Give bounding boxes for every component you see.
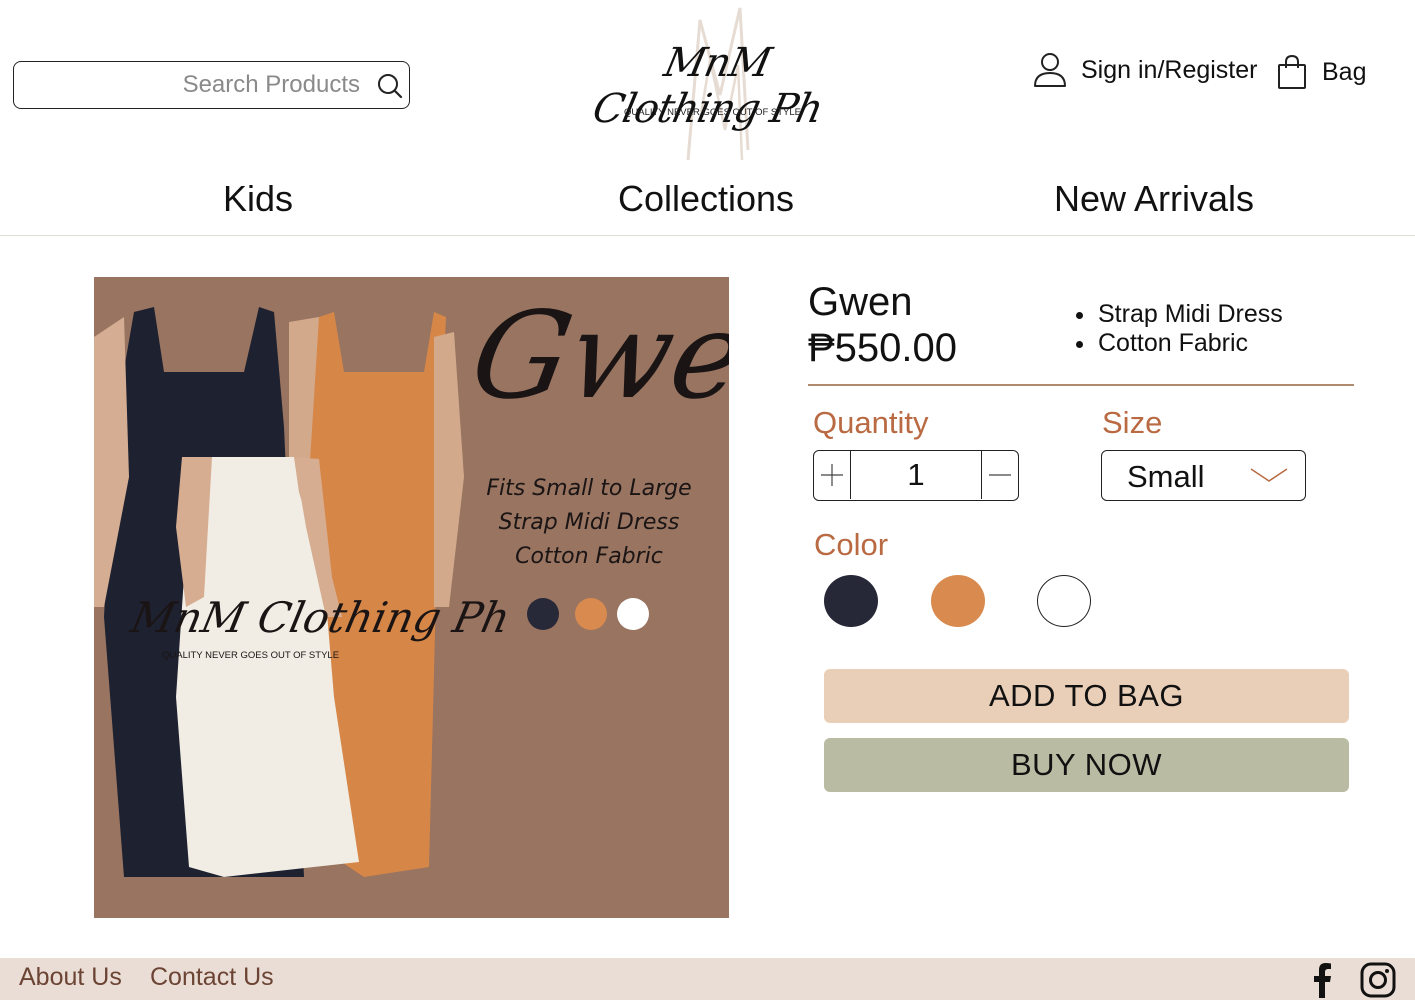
minus-icon — [989, 474, 1011, 476]
decrement-button[interactable] — [981, 451, 1018, 499]
facebook-icon[interactable] — [1309, 962, 1335, 998]
image-line: Strap Midi Dress — [498, 510, 680, 535]
nav-item-collections[interactable]: Collections — [618, 178, 794, 220]
logo-tagline: QUALITY NEVER GOES OUT OF STYLE — [623, 107, 802, 118]
product-features: Strap Midi Dress Cotton Fabric — [1076, 300, 1283, 358]
image-title: Gwen — [461, 287, 729, 426]
quantity-stepper — [813, 450, 1019, 501]
shopping-bag-icon — [1278, 54, 1306, 89]
footer-link-contact[interactable]: Contact Us — [150, 963, 274, 992]
product-image: Gwen Fits Small to Large Strap Midi Dres… — [94, 277, 729, 918]
nav-item-kids[interactable]: Kids — [223, 178, 293, 220]
image-description: Fits Small to Large Strap Midi Dress Cot… — [464, 472, 714, 574]
search-box[interactable] — [13, 61, 410, 109]
image-color-dot — [527, 598, 559, 630]
size-label: Size — [1102, 405, 1163, 440]
instagram-icon[interactable] — [1360, 962, 1396, 998]
brand-logo[interactable]: MnM Clothing Ph QUALITY NEVER GOES OUT O… — [575, 0, 850, 170]
footer: About Us Contact Us — [0, 958, 1415, 1000]
color-label: Color — [814, 527, 889, 562]
product-name: Gwen — [808, 280, 913, 324]
signin-label: Sign in/Register — [1081, 55, 1258, 84]
search-icon[interactable] — [376, 72, 404, 100]
product-price: ₱550.00 — [808, 326, 958, 370]
bag-label: Bag — [1322, 57, 1367, 86]
color-swatch-orange[interactable] — [931, 575, 985, 627]
add-to-bag-button[interactable]: ADD TO BAG — [824, 669, 1349, 723]
image-watermark-tagline: QUALITY NEVER GOES OUT OF STYLE — [162, 650, 340, 661]
nav-item-new-arrivals[interactable]: New Arrivals — [1054, 178, 1254, 220]
signin-link[interactable]: Sign in/Register — [1033, 52, 1257, 88]
feature-item: Strap Midi Dress — [1076, 300, 1283, 328]
logo-wordmark: MnM Clothing Ph — [588, 40, 827, 132]
footer-link-about[interactable]: About Us — [19, 963, 122, 992]
image-color-dot — [617, 598, 649, 630]
image-line: Fits Small to Large — [486, 476, 692, 501]
details-divider — [808, 384, 1354, 386]
search-input[interactable] — [24, 68, 364, 102]
image-color-dot — [575, 598, 607, 630]
color-swatch-white[interactable] — [1037, 575, 1091, 627]
size-select[interactable]: Small — [1101, 450, 1306, 501]
user-icon — [1034, 53, 1066, 87]
size-value: Small — [1127, 459, 1205, 494]
chevron-down-icon — [1250, 468, 1288, 482]
quantity-label: Quantity — [813, 405, 929, 440]
plus-icon — [821, 464, 843, 486]
image-line: Cotton Fabric — [515, 544, 663, 569]
color-swatch-navy[interactable] — [824, 575, 878, 627]
increment-button[interactable] — [814, 451, 851, 499]
bag-link[interactable]: Bag — [1276, 53, 1366, 91]
main-nav: Kids Collections New Arrivals — [0, 170, 1415, 236]
quantity-input[interactable] — [851, 451, 981, 499]
image-watermark: MnM Clothing Ph — [126, 593, 515, 642]
buy-now-button[interactable]: BUY NOW — [824, 738, 1349, 792]
feature-item: Cotton Fabric — [1076, 329, 1283, 358]
